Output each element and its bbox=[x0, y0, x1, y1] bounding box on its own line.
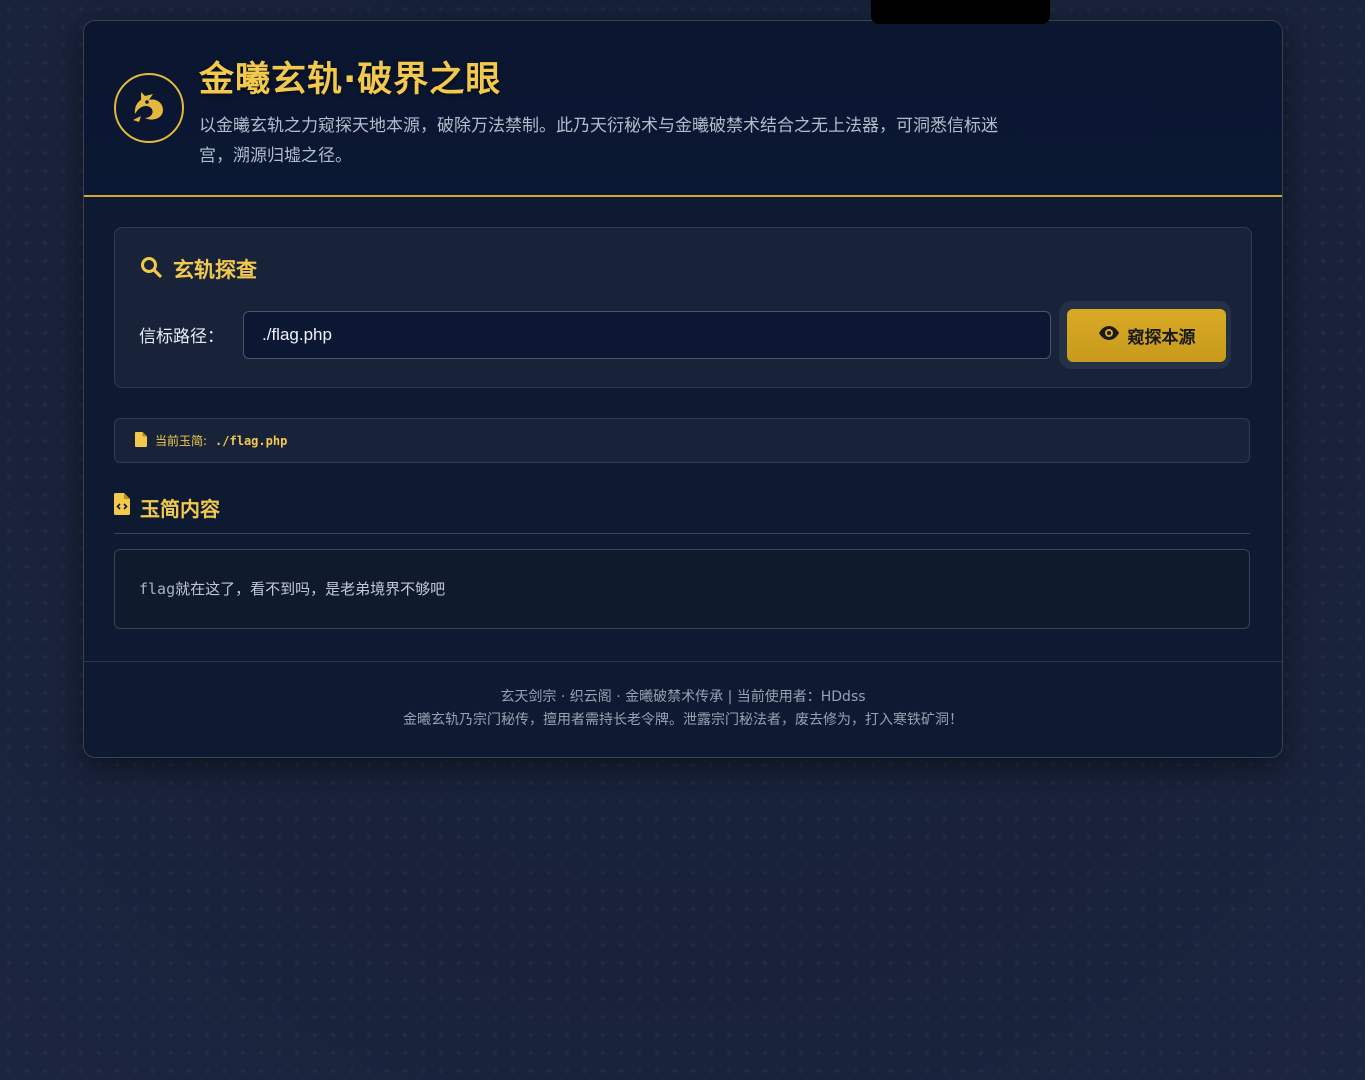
probe-button-wrap: 窥探本源 bbox=[1059, 301, 1231, 369]
page-title: 金曦玄轨·破界之眼 bbox=[199, 60, 502, 100]
content-heading: 玉简内容 bbox=[114, 493, 1250, 534]
file-content-box: flag就在这了，看不到吗，是老弟境界不够吧 bbox=[114, 549, 1250, 629]
current-file-label: 当前玉简: bbox=[155, 434, 208, 448]
file-code-icon bbox=[114, 493, 130, 520]
file-icon bbox=[135, 431, 147, 450]
eye-icon bbox=[1098, 325, 1120, 346]
main-panel: 金曦玄轨·破界之眼 以金曦玄轨之力窥探天地本源，破除万法禁制。此乃天衍秘术与金曦… bbox=[83, 20, 1283, 758]
probe-button-label: 窥探本源 bbox=[1127, 328, 1196, 348]
footer-line-1: 玄天剑宗 · 织云阁 · 金曦破禁术传承 | 当前使用者：HDdss bbox=[500, 689, 866, 705]
page-subtitle: 以金曦玄轨之力窥探天地本源，破除万法禁制。此乃天衍秘术与金曦破禁术结合之无上法器… bbox=[199, 116, 998, 166]
footer: 玄天剑宗 · 织云阁 · 金曦破禁术传承 | 当前使用者：HDdss 金曦玄轨乃… bbox=[84, 661, 1282, 757]
probe-button[interactable]: 窥探本源 bbox=[1067, 309, 1226, 362]
path-input[interactable] bbox=[243, 311, 1051, 359]
search-heading: 玄轨探查 bbox=[139, 254, 257, 284]
content-text-prefix: flag bbox=[139, 580, 176, 598]
content-heading-label: 玉简内容 bbox=[140, 497, 220, 521]
content-text: 就在这了，看不到吗，是老弟境界不够吧 bbox=[175, 580, 446, 598]
search-card: 玄轨探查 信标路径： 窥探本源 bbox=[114, 227, 1252, 388]
header: 金曦玄轨·破界之眼 以金曦玄轨之力窥探天地本源，破除万法禁制。此乃天衍秘术与金曦… bbox=[84, 21, 1282, 197]
camera-notch bbox=[871, 0, 1050, 24]
search-icon bbox=[139, 255, 163, 284]
current-file-path: ./flag.php bbox=[215, 433, 288, 448]
path-label: 信标路径： bbox=[139, 327, 224, 347]
dragon-icon bbox=[114, 73, 184, 143]
search-heading-label: 玄轨探查 bbox=[173, 258, 257, 282]
footer-line-2: 金曦玄轨乃宗门秘传，擅用者需持长老令牌。泄露宗门秘法者，废去修为，打入寒铁矿洞！ bbox=[403, 712, 963, 728]
current-file-bar: 当前玉简: ./flag.php bbox=[114, 418, 1250, 463]
